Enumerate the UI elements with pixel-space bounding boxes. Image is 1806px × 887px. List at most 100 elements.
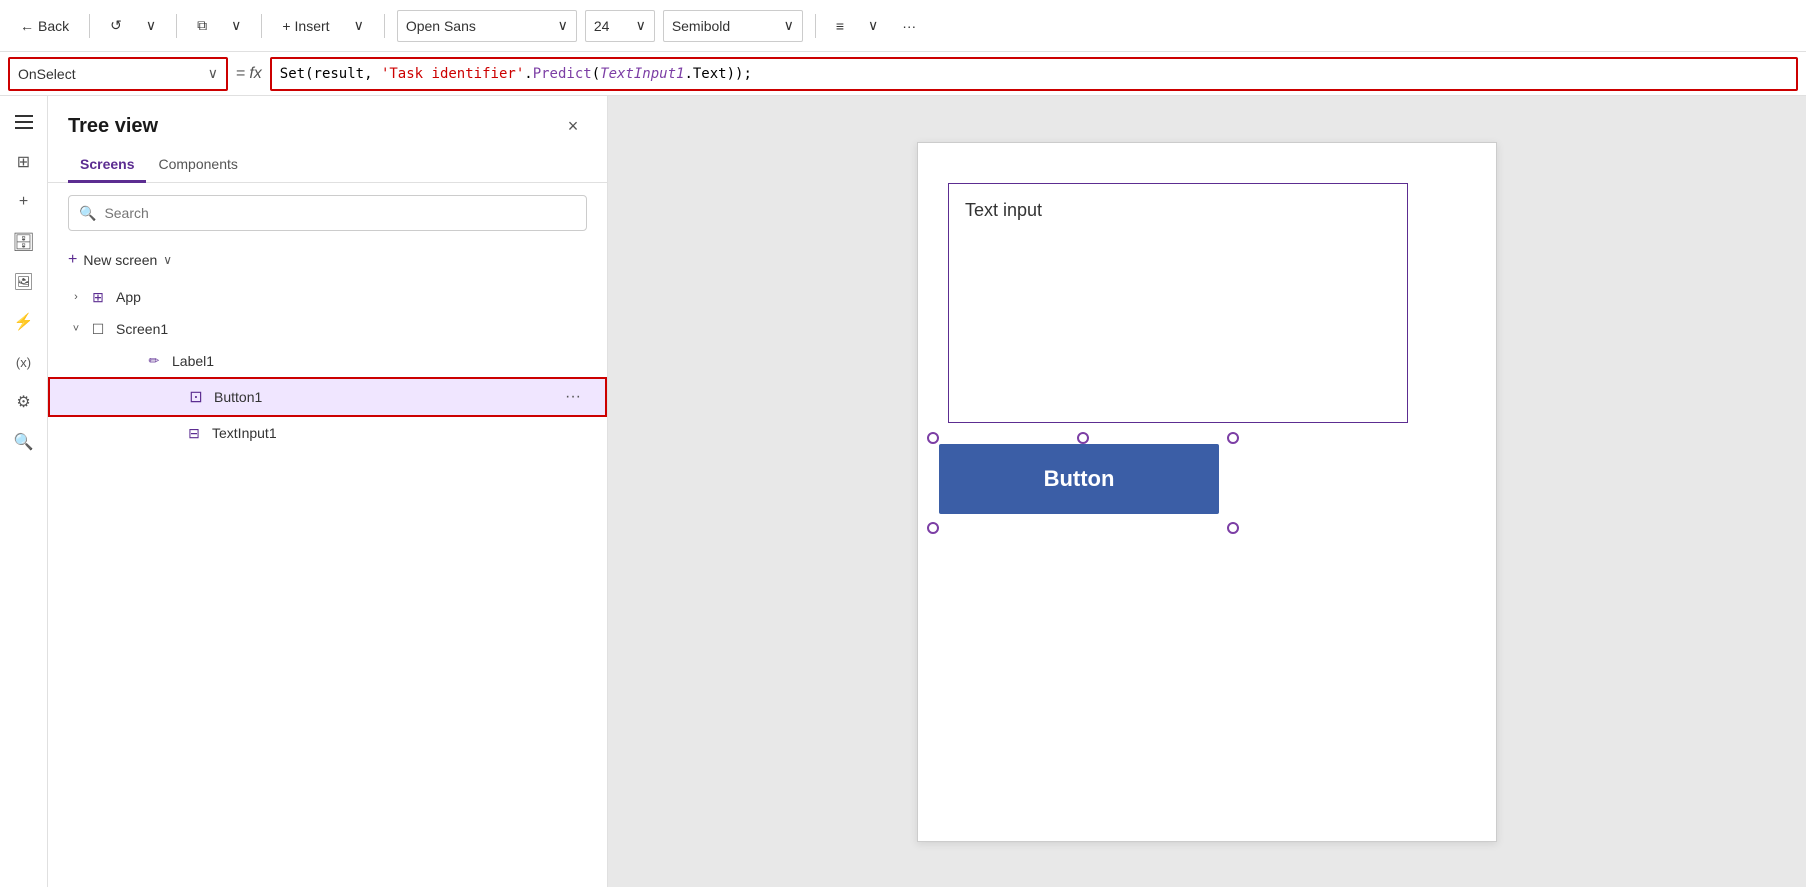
weight-label: Semibold [672, 18, 730, 34]
media-button[interactable]: 🖼 [6, 264, 42, 300]
font-label: Open Sans [406, 18, 476, 34]
tab-screens[interactable]: Screens [68, 148, 146, 183]
new-screen-row[interactable]: + New screen ∨ [48, 243, 607, 281]
connector-button[interactable]: ⚡ [6, 304, 42, 340]
textinput1-icon: ⊟ [184, 423, 204, 443]
search-input[interactable] [104, 205, 576, 221]
label1-label: Label1 [172, 353, 214, 369]
screen1-icon: ☐ [88, 319, 108, 339]
controls-icon: ⚙ [16, 392, 30, 412]
tree-search[interactable]: 🔍 [68, 195, 587, 231]
variable-icon: (x) [16, 355, 31, 370]
divider-4 [384, 14, 385, 38]
canvas-button[interactable]: Button [939, 444, 1219, 514]
tree-items: › ⊞ App ˅ ☐ Screen1 ✏ Label1 ⊡ [48, 281, 607, 887]
text-input-label: Text input [965, 200, 1042, 221]
formula-bar: OnSelect ∨ = fx Set(result, 'Task identi… [0, 52, 1806, 96]
tree-close-button[interactable]: × [559, 112, 587, 140]
connector-icon: ⚡ [14, 312, 34, 332]
main-layout: ⊞ + 🗄 🖼 ⚡ (x) ⚙ 🔍 Tree view × [0, 96, 1806, 887]
screen1-expand-icon: ˅ [68, 321, 84, 337]
formula-input[interactable]: Set(result, 'Task identifier'.Predict(Te… [270, 57, 1798, 91]
divider-3 [261, 14, 262, 38]
back-label: Back [38, 18, 69, 34]
button1-more-button[interactable]: ··· [561, 385, 585, 409]
search-icon: 🔍 [79, 205, 96, 222]
menu-button[interactable]: ≡ [828, 14, 852, 38]
app-expand-icon: › [68, 289, 84, 305]
insert-chevron-icon: ∨ [354, 17, 364, 34]
divider-5 [815, 14, 816, 38]
undo-icon: ↺ [110, 17, 122, 34]
fx-label: fx [249, 65, 261, 83]
tree-item-textinput1[interactable]: ⊟ TextInput1 [48, 417, 607, 449]
divider-2 [176, 14, 177, 38]
textinput1-expand-icon [164, 425, 180, 441]
property-label: OnSelect [18, 66, 76, 82]
more-icon: ··· [902, 18, 916, 34]
property-selector[interactable]: OnSelect ∨ [8, 57, 228, 91]
font-dropdown[interactable]: Open Sans ∨ [397, 10, 577, 42]
tree-item-button1[interactable]: ⊡ Button1 ··· [48, 377, 607, 417]
font-chevron-icon: ∨ [558, 17, 568, 34]
new-screen-chevron-icon: ∨ [163, 253, 172, 267]
data-button[interactable]: 🗄 [6, 224, 42, 260]
paste-dropdown-button[interactable]: ∨ [223, 13, 249, 38]
formula-equals: = fx [236, 65, 262, 83]
insert-button[interactable]: + Insert [274, 14, 337, 38]
back-icon: ← [20, 18, 34, 34]
search-strip-icon: 🔍 [14, 432, 34, 452]
button1-expand-icon [166, 389, 182, 405]
button1-label: Button1 [214, 389, 262, 405]
divider-1 [89, 14, 90, 38]
chevron-down-icon: ∨ [146, 17, 156, 34]
menu-chevron-icon: ∨ [868, 17, 878, 34]
paste-button[interactable]: ⧉ [189, 13, 215, 38]
canvas-area: Text input Button [608, 96, 1806, 887]
paste-chevron-icon: ∨ [231, 17, 241, 34]
weight-dropdown[interactable]: Semibold ∨ [663, 10, 803, 42]
selection-handle-tm [1077, 432, 1089, 444]
tree-item-screen1[interactable]: ˅ ☐ Screen1 [48, 313, 607, 345]
selection-handle-br [1227, 522, 1239, 534]
size-chevron-icon: ∨ [636, 17, 646, 34]
variable-button[interactable]: (x) [6, 344, 42, 380]
label1-expand-icon [124, 353, 140, 369]
menu-icon: ≡ [836, 18, 844, 34]
paste-icon: ⧉ [197, 17, 207, 34]
tree-item-app[interactable]: › ⊞ App [48, 281, 607, 313]
data-icon: 🗄 [12, 232, 35, 253]
app-icon: ⊞ [88, 287, 108, 307]
tree-tabs: Screens Components [48, 148, 607, 183]
search-button[interactable]: 🔍 [6, 424, 42, 460]
hamburger-button[interactable] [6, 104, 42, 140]
undo-dropdown-button[interactable]: ∨ [138, 13, 164, 38]
insert-dropdown-button[interactable]: ∨ [346, 13, 372, 38]
tree-title: Tree view [68, 115, 158, 138]
back-button[interactable]: ← Back [12, 14, 77, 38]
layers-icon: ⊞ [17, 152, 30, 172]
tab-components[interactable]: Components [146, 148, 249, 183]
tree-item-label1[interactable]: ✏ Label1 [48, 345, 607, 377]
new-screen-label: New screen [83, 252, 157, 268]
add-control-button[interactable]: + [6, 184, 42, 220]
property-chevron-icon: ∨ [208, 65, 218, 82]
canvas-text-input[interactable]: Text input [948, 183, 1408, 423]
selection-handle-tr [1227, 432, 1239, 444]
controls-button[interactable]: ⚙ [6, 384, 42, 420]
undo-button[interactable]: ↺ [102, 13, 130, 38]
plus-icon: + [282, 18, 290, 34]
layers-button[interactable]: ⊞ [6, 144, 42, 180]
textinput1-label: TextInput1 [212, 425, 277, 441]
tree-header: Tree view × [48, 96, 607, 148]
weight-chevron-icon: ∨ [784, 17, 794, 34]
selection-handle-tl [927, 432, 939, 444]
new-screen-plus-icon: + [68, 251, 77, 269]
more-options-button[interactable]: ··· [894, 14, 924, 38]
tree-panel: Tree view × Screens Components 🔍 + New s… [48, 96, 608, 887]
size-dropdown[interactable]: 24 ∨ [585, 10, 655, 42]
formula-text: Set(result, 'Task identifier'.Predict(Te… [280, 66, 752, 82]
menu-chevron-button[interactable]: ∨ [860, 13, 886, 38]
icon-strip: ⊞ + 🗄 🖼 ⚡ (x) ⚙ 🔍 [0, 96, 48, 887]
button-selection-wrapper: Button [933, 438, 1233, 528]
